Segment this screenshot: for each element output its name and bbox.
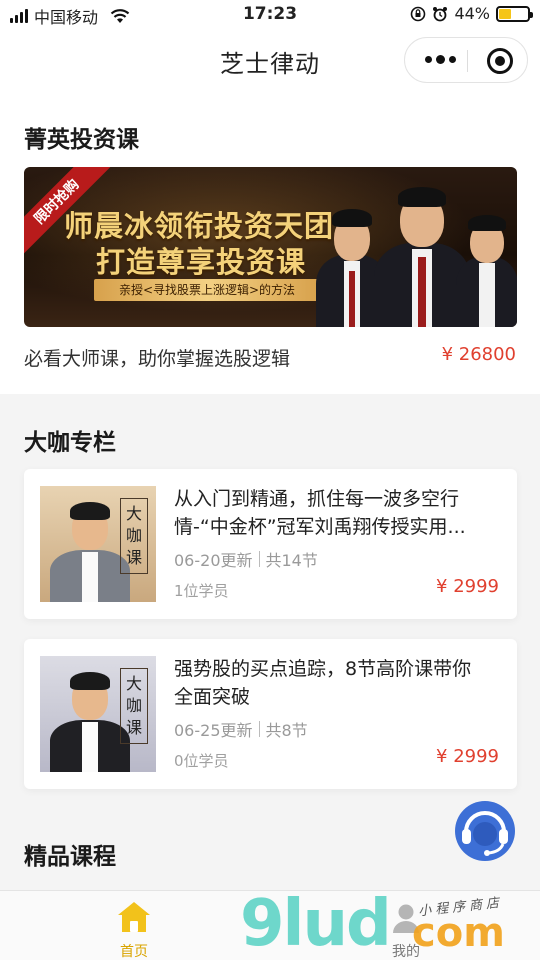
section-title-columns: 大咖专栏 <box>24 430 116 456</box>
banner-subheadline: 打造尊享投资课 <box>96 245 307 279</box>
column-update-date: 06-25更新 <box>174 721 253 740</box>
column-meta: 06-25更新 共8节 <box>174 717 308 741</box>
tab-home[interactable]: 首页 <box>104 899 164 960</box>
elite-course-price: ¥ 26800 <box>441 344 516 365</box>
more-icon[interactable] <box>425 55 456 64</box>
meta-divider <box>258 551 260 567</box>
orientation-lock-icon <box>411 6 426 21</box>
status-bar: 中国移动 17:23 44% <box>0 0 540 30</box>
battery-percent: 44% <box>454 4 490 23</box>
column-price: ¥ 2999 <box>436 746 499 767</box>
column-card[interactable]: 大咖课 强势股的买点追踪，8节高阶课带你 全面突破 06-25更新 共8节 0位… <box>24 639 517 789</box>
section-title-elite: 菁英投资课 <box>24 127 139 153</box>
home-icon <box>118 902 150 932</box>
column-badge: 大咖课 <box>120 498 148 574</box>
tab-mine[interactable]: 我的 <box>376 899 436 960</box>
status-right: 44% <box>410 4 533 23</box>
column-thumbnail: 大咖课 <box>40 486 156 602</box>
instructor-photo-right <box>456 199 517 327</box>
instructor-portrait <box>50 492 130 602</box>
customer-service-icon[interactable] <box>452 798 518 864</box>
column-lesson-count: 共14节 <box>265 551 318 570</box>
section-title-premium: 精品课程 <box>24 844 116 870</box>
column-title-line-1: 从入门到精通，抓住每一波多空行 <box>174 488 460 510</box>
elite-course-description[interactable]: 必看大师课，助你掌握选股逻辑 <box>24 344 290 371</box>
column-title: 强势股的买点追踪，8节高阶课带你 全面突破 <box>174 655 504 711</box>
column-title-line-1: 强势股的买点追踪，8节高阶课带你 <box>174 658 472 680</box>
column-badge: 大咖课 <box>120 668 148 744</box>
column-card[interactable]: 大咖课 从入门到精通，抓住每一波多空行 情-“中金杯”冠军刘禹翔传授实用... … <box>24 469 517 619</box>
capsule-divider <box>467 50 468 72</box>
column-thumbnail: 大咖课 <box>40 656 156 772</box>
battery-icon <box>496 5 533 22</box>
tab-bar: 首页 我的 <box>0 890 540 960</box>
column-title: 从入门到精通，抓住每一波多空行 情-“中金杯”冠军刘禹翔传授实用... <box>174 485 504 541</box>
elite-course-section: 菁英投资课 限时抢购 师晨冰领衔投资天团 打造尊享投资课 亲授<寻找股票上涨逻辑… <box>0 90 540 394</box>
alarm-icon <box>433 6 448 21</box>
column-price: ¥ 2999 <box>436 576 499 597</box>
column-meta: 06-20更新 共14节 <box>174 547 318 571</box>
meta-divider <box>258 721 260 737</box>
column-student-count: 0位学员 <box>174 752 229 770</box>
column-student-count: 1位学员 <box>174 582 229 600</box>
close-mini-program-icon[interactable] <box>487 48 513 74</box>
tab-home-label: 首页 <box>120 944 148 960</box>
user-icon <box>393 904 419 933</box>
tab-mine-label: 我的 <box>392 944 420 960</box>
column-update-date: 06-20更新 <box>174 551 253 570</box>
instructor-portrait <box>50 662 130 772</box>
column-title-line-2: 情-“中金杯”冠军刘禹翔传授实用... <box>174 516 466 538</box>
elite-course-banner[interactable]: 限时抢购 师晨冰领衔投资天团 打造尊享投资课 亲授<寻找股票上涨逻辑>的方法 <box>24 167 517 327</box>
banner-tagline: 亲授<寻找股票上涨逻辑>的方法 <box>94 279 320 301</box>
mini-program-capsule <box>404 37 528 83</box>
column-title-line-2: 全面突破 <box>174 686 251 708</box>
nav-bar: 芝士律动 <box>0 30 540 90</box>
column-lesson-count: 共8节 <box>265 721 308 740</box>
battery-level <box>499 8 512 19</box>
